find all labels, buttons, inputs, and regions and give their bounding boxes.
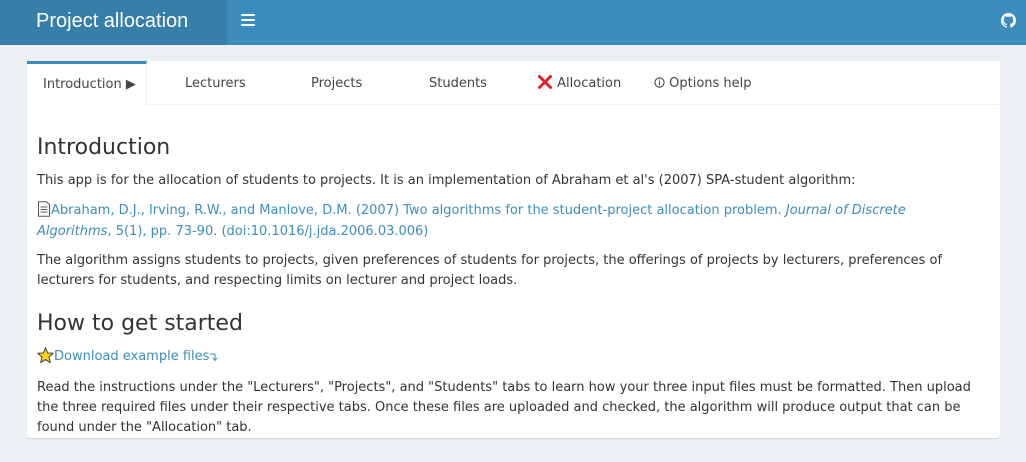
tab-projects[interactable]: Projects [311,61,362,105]
top-header: Project allocation [0,0,1026,45]
tab-students[interactable]: Students [429,61,487,105]
tab-label: Allocation [557,76,622,91]
app-title[interactable]: Project allocation [0,0,227,45]
tab-allocation[interactable]: Allocation [537,61,621,105]
tab-lecturers[interactable]: Lecturers [185,61,246,105]
tab-introduction[interactable]: Introduction ▶ [27,61,147,105]
algorithm-description: The algorithm assigns students to projec… [37,253,943,288]
citation: Abraham, D.J., Irving, R.W., and Manlove… [37,200,982,242]
external-link-icon [210,353,218,362]
download-example-files-link[interactable]: Download example files [54,349,209,364]
tab-label: Projects [311,76,363,91]
error-x-icon [538,75,552,89]
intro-text: This app is for the allocation of studen… [37,173,856,188]
menu-icon[interactable] [241,14,255,28]
intro-heading: Introduction [37,135,171,160]
instructions-text: Read the instructions under the "Lecture… [37,380,971,435]
tab-options-help[interactable]: Options help [654,61,752,105]
info-circle-icon [654,76,665,88]
document-icon [38,201,50,217]
main-box: Introduction ▶ Lecturers Projects Studen… [27,61,1000,438]
github-icon[interactable] [1001,13,1016,28]
tab-label: Lecturers [185,76,246,91]
tab-label: Introduction ▶ [43,77,136,92]
star-icon [37,347,54,364]
tab-label: Options help [669,76,752,91]
tab-bar: Introduction ▶ Lecturers Projects Studen… [27,61,1000,105]
tab-label: Students [429,76,487,91]
getting-started-heading: How to get started [37,311,243,336]
citation-link[interactable]: Abraham, D.J., Irving, R.W., and Manlove… [37,203,906,239]
download-row: Download example files [37,347,218,367]
